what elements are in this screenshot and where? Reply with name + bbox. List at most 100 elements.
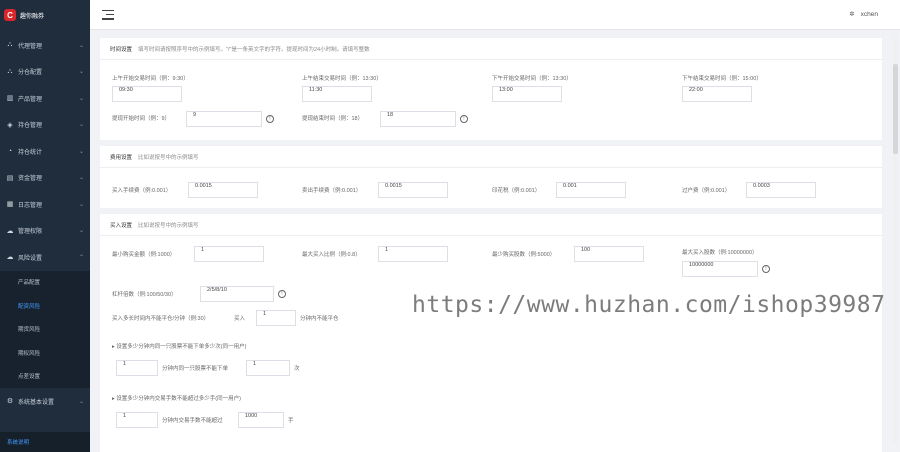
rule2-mid-label: 分钟内交易手数不能超过 bbox=[162, 418, 223, 424]
min-amount-label: 最小购买金额（例:1000） bbox=[112, 252, 176, 258]
sidebar-item-funds[interactable]: ▤ 资金管理 ⌄ bbox=[0, 165, 90, 192]
chevron-down-icon: ⌄ bbox=[78, 201, 84, 208]
max-amount-label: 最大买入股数（例:10000000） bbox=[682, 250, 758, 256]
gear-icon: ⚙ bbox=[6, 398, 14, 406]
menu-toggle-icon[interactable] bbox=[102, 9, 114, 20]
chevron-up-icon: ⌃ bbox=[78, 254, 84, 261]
rule1-minutes-input[interactable]: 1 bbox=[116, 360, 158, 376]
min-amount-input[interactable]: 1 bbox=[194, 246, 264, 262]
buy-fee-label: 买入手续费（例:0.001） bbox=[112, 188, 172, 194]
max-ratio-label: 最大买入比例（例:0.8） bbox=[302, 252, 361, 258]
sidebar-item-position-stats[interactable]: ◔ 持仓统计 ⌄ bbox=[0, 138, 90, 165]
chevron-down-icon: ⌄ bbox=[78, 122, 84, 129]
withdraw-end-input[interactable]: 18 bbox=[380, 111, 456, 127]
info-icon[interactable]: ! bbox=[460, 115, 468, 123]
user-menu[interactable]: ✲ xchen bbox=[849, 10, 878, 19]
section-header: 买入设置 比如说按号中的示例填写 bbox=[100, 214, 882, 236]
pie-icon: ◔ bbox=[7, 147, 13, 155]
deferred-fee-label: 印花税（例:0.001） bbox=[492, 188, 541, 194]
am-close-input[interactable]: 11:30 bbox=[302, 86, 372, 102]
chevron-down-icon: ⌄ bbox=[78, 175, 84, 182]
watermark: https://www.huzhan.com/ishop39987 bbox=[412, 292, 886, 318]
pm-open-label: 下午开始交易时间（例：13:30） bbox=[492, 76, 572, 82]
am-open-input[interactable]: 09:30 bbox=[112, 86, 182, 102]
max-amount-input[interactable]: 10000000 bbox=[682, 261, 758, 277]
info-icon[interactable]: ! bbox=[266, 115, 274, 123]
sidebar-item-products[interactable]: ▥ 产品管理 ⌄ bbox=[0, 85, 90, 112]
app-logo[interactable]: C 趣你融券 bbox=[0, 0, 90, 30]
buy-settings-section: 买入设置 比如说按号中的示例填写 最小购买金额（例:1000） 1 最大买入比例… bbox=[100, 214, 882, 440]
am-close-label: 上午结束交易时间（例：13:30） bbox=[302, 76, 382, 82]
am-open-label: 上午开始交易时间（例：9:30） bbox=[112, 76, 189, 82]
rule2-header: ▸ 设置多少分钟内交易手数不能超过多少手(同一用户) bbox=[112, 396, 241, 402]
fee-settings-section: 费用设置 比如说按号中的示例填写 买入手续费（例:0.001） 0.0015 卖… bbox=[100, 146, 882, 214]
app-name: 趣你融券 bbox=[20, 13, 45, 20]
buy-limit-input[interactable]: 1 bbox=[256, 310, 296, 326]
withdraw-start-label: 提现开始时间（例：9） bbox=[112, 116, 171, 122]
chevron-down-icon: ⌄ bbox=[78, 398, 84, 405]
min-lots-input[interactable]: 100 bbox=[574, 246, 644, 262]
logo-icon: C bbox=[4, 9, 16, 21]
chevron-down-icon: ⌄ bbox=[78, 148, 84, 155]
doc-icon: ▦ bbox=[6, 201, 14, 209]
scrollbar[interactable] bbox=[893, 34, 898, 444]
withdraw-end-label: 提现结束时间（例：18） bbox=[302, 116, 364, 122]
pm-close-input[interactable]: 22:00 bbox=[682, 86, 752, 102]
min-lots-label: 最少购买股数（例:5000） bbox=[492, 252, 556, 258]
chevron-down-icon: ⌄ bbox=[78, 69, 84, 76]
sidebar-subitem-options-risk[interactable]: 期权风险 bbox=[0, 341, 90, 365]
buy-fee-input[interactable]: 0.0015 bbox=[188, 182, 258, 198]
rule1-mid-label: 分钟内同一只股票不能下单 bbox=[162, 366, 229, 372]
withdraw-start-input[interactable]: 9 bbox=[186, 111, 262, 127]
sidebar-item-agents[interactable]: ⛬ 代理管理 ⌄ bbox=[0, 32, 90, 59]
sidebar: C 趣你融券 ⛬ 代理管理 ⌄ ⛬ 分仓配置 ⌄ ▥ 产品管理 ⌄ ◈ 持仓管理… bbox=[0, 0, 90, 452]
settings-panel: 时间设置 填写时间请按照序号中的示例填写。"/"是一条英文字的字符。提现时间为2… bbox=[100, 38, 882, 452]
scrollbar-thumb[interactable] bbox=[893, 64, 898, 154]
info-icon[interactable]: ! bbox=[278, 290, 286, 298]
sidebar-footer-link[interactable]: 系统说明 bbox=[0, 432, 90, 452]
buy-limit-label: 买入多长时间内不能平仓/分钟（例:30） bbox=[112, 316, 210, 322]
sell-fee-label: 卖出手续费（例:0.001） bbox=[302, 188, 362, 194]
sidebar-item-allocation[interactable]: ⛬ 分仓配置 ⌄ bbox=[0, 59, 90, 86]
sidebar-subitem-futures-risk[interactable]: 期货风险 bbox=[0, 318, 90, 342]
topbar: ✲ xchen bbox=[90, 0, 900, 30]
transfer-fee-label: 过户费（例:0.001） bbox=[682, 188, 731, 194]
pm-open-input[interactable]: 13:00 bbox=[492, 86, 562, 102]
buy-limit-suffix: 分钟内不能平仓 bbox=[300, 316, 339, 322]
leverage-label: 杠杆倍数（例:100/50/30） bbox=[112, 292, 177, 298]
transfer-fee-input[interactable]: 0.0003 bbox=[746, 182, 816, 198]
sidebar-item-system[interactable]: ⚙ 系统基本设置 ⌄ bbox=[0, 388, 90, 415]
deferred-fee-input[interactable]: 0.001 bbox=[556, 182, 626, 198]
info-icon[interactable]: ! bbox=[762, 265, 770, 273]
section-header: 费用设置 比如说按号中的示例填写 bbox=[100, 146, 882, 168]
sidebar-item-positions[interactable]: ◈ 持仓管理 ⌄ bbox=[0, 112, 90, 139]
chevron-down-icon: ⌄ bbox=[78, 228, 84, 235]
max-ratio-input[interactable]: 1 bbox=[378, 246, 448, 262]
sidebar-item-risk[interactable]: ☁ 风险设置 ⌃ bbox=[0, 244, 90, 271]
rule2-minutes-input[interactable]: 1 bbox=[116, 412, 158, 428]
chevron-down-icon: ⌄ bbox=[78, 42, 84, 49]
sitemap-icon: ⛬ bbox=[7, 67, 13, 75]
rule1-suffix: 次 bbox=[294, 366, 300, 372]
wallet-icon: ▤ bbox=[6, 174, 14, 182]
sidebar-subitem-product-config[interactable]: 产品配置 bbox=[0, 271, 90, 295]
section-header: 时间设置 填写时间请按照序号中的示例填写。"/"是一条英文字的字符。提现时间为2… bbox=[100, 38, 882, 60]
sidebar-item-logs[interactable]: ▦ 日志管理 ⌄ bbox=[0, 191, 90, 218]
cloud-icon: ☁ bbox=[6, 254, 14, 262]
sidebar-subitem-margin-risk[interactable]: 配资风险 bbox=[0, 294, 90, 318]
rule1-header: ▸ 设置多少分钟内同一只股票不能下单多少次(同一用户) bbox=[112, 344, 247, 350]
time-settings-section: 时间设置 填写时间请按照序号中的示例填写。"/"是一条英文字的字符。提现时间为2… bbox=[100, 38, 882, 146]
chart-icon: ▥ bbox=[6, 95, 14, 103]
sell-fee-input[interactable]: 0.0015 bbox=[378, 182, 448, 198]
gear-icon: ✲ bbox=[849, 11, 855, 18]
cloud-icon: ☁ bbox=[6, 227, 14, 235]
sidebar-subitem-spread[interactable]: 点差设置 bbox=[0, 365, 90, 389]
chevron-down-icon: ⌄ bbox=[78, 95, 84, 102]
risk-submenu: 产品配置 配资风险 期货风险 期权风险 点差设置 bbox=[0, 270, 90, 389]
leverage-input[interactable]: 2/5/8/10 bbox=[200, 286, 274, 302]
username: xchen bbox=[860, 10, 878, 18]
rule2-count-input[interactable]: 1000 bbox=[238, 412, 284, 428]
pm-close-label: 下午结束交易时间（例：15:00） bbox=[682, 76, 762, 82]
sidebar-item-permissions[interactable]: ☁ 管理权限 ⌄ bbox=[0, 218, 90, 245]
rule1-count-input[interactable]: 1 bbox=[246, 360, 290, 376]
